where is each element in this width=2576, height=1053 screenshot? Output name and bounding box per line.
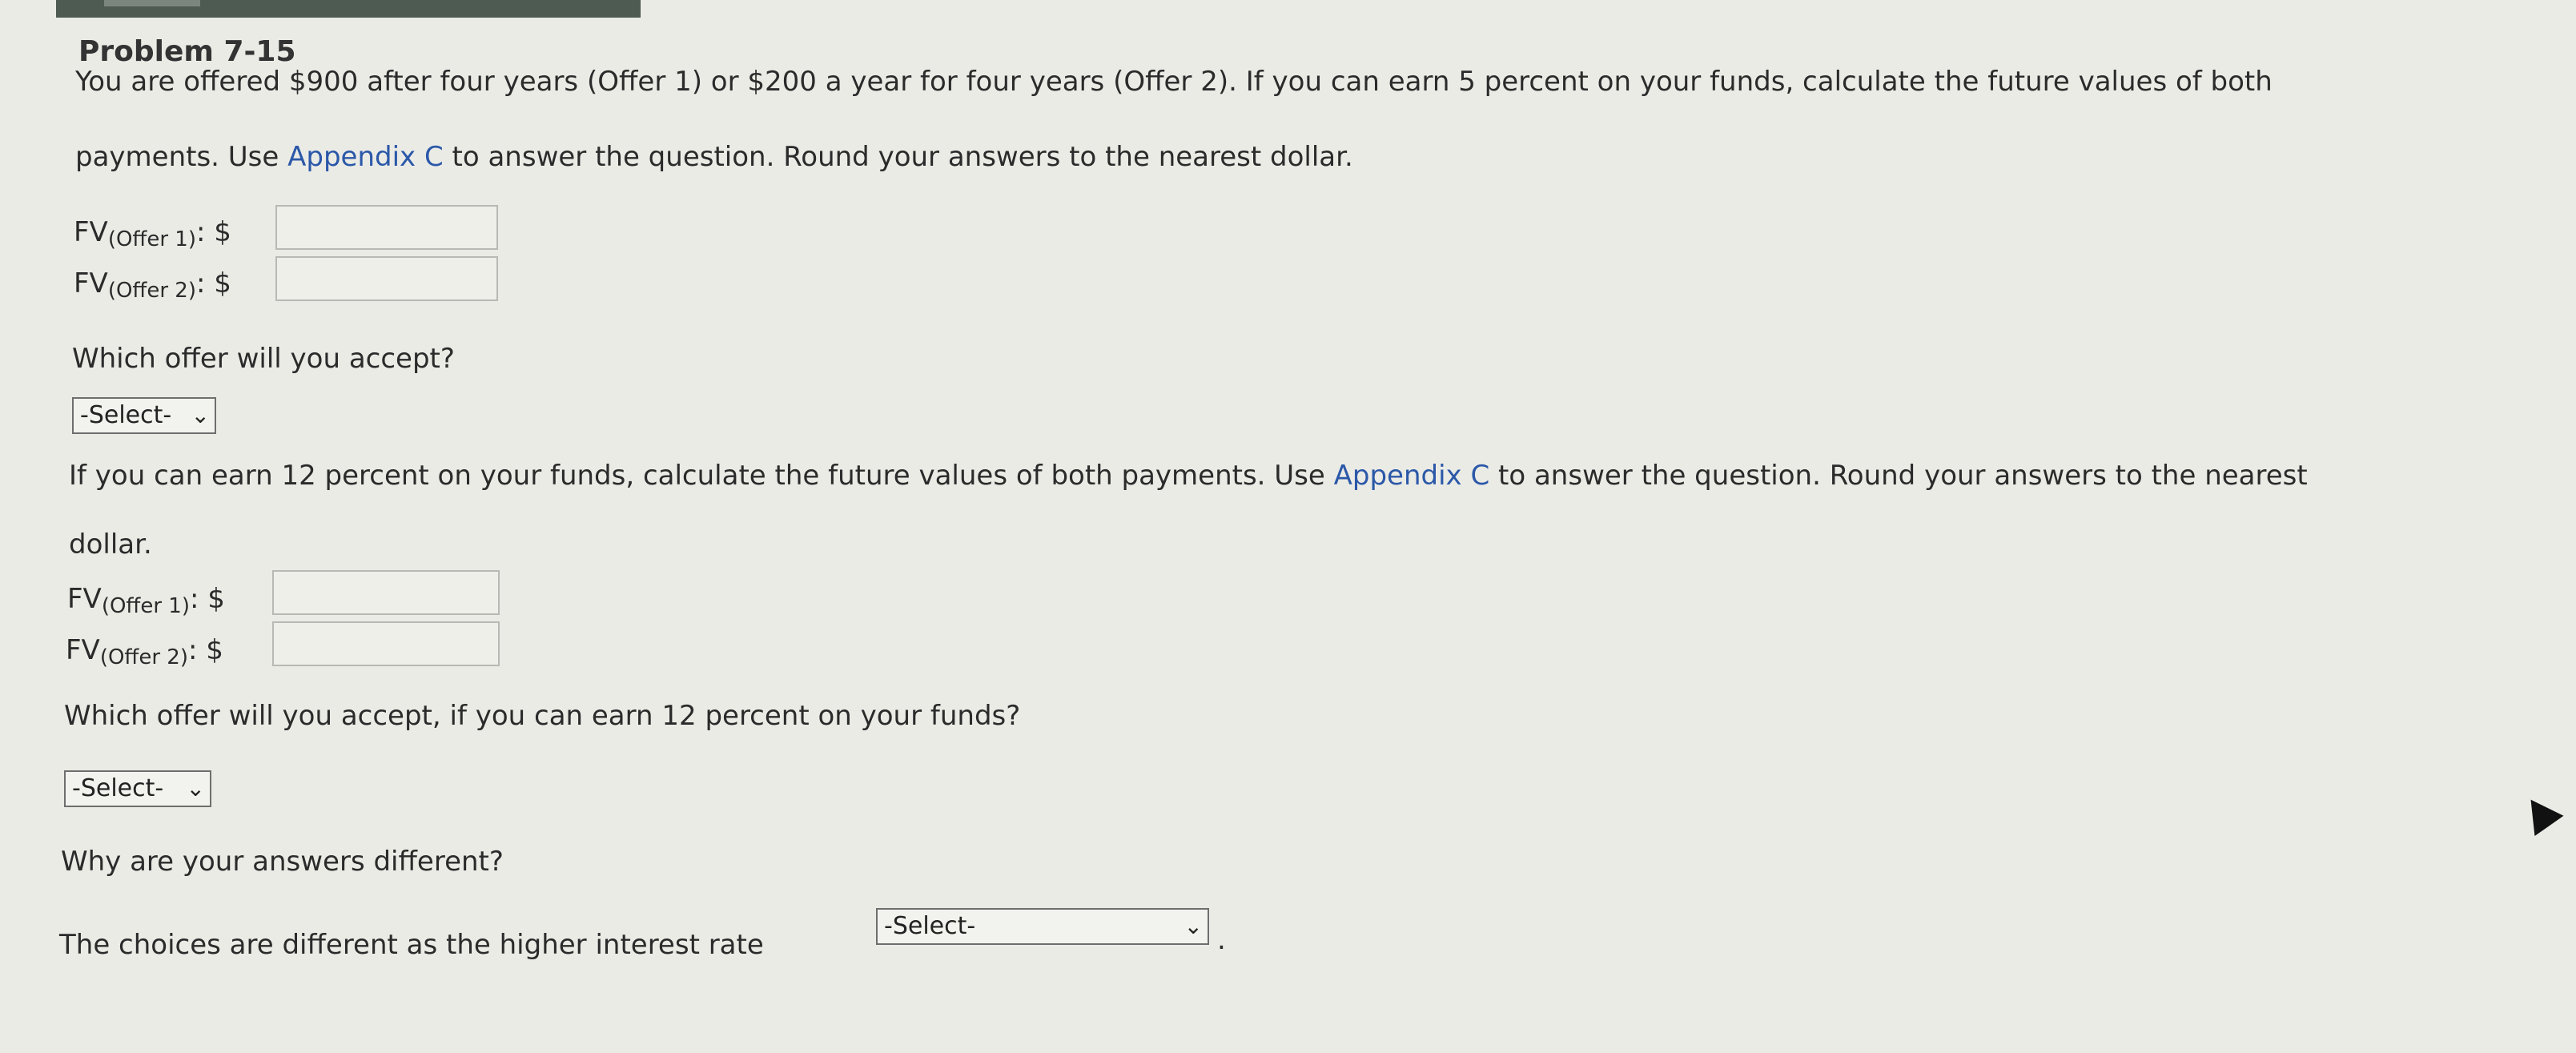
chevron-down-icon: ⌄ [186,775,205,802]
colon-dollar: : $ [196,216,231,248]
mouse-cursor-icon [2516,789,2564,837]
appendix-c-link[interactable]: Appendix C [1334,460,1490,492]
part1-intro-text-before-link: payments. Use [75,141,288,173]
select-value: -Select- [80,401,172,429]
select-value: -Select- [72,774,164,802]
part2-offer-select[interactable]: -Select- ⌄ [64,770,211,807]
select-value: -Select- [884,912,976,940]
part3-sentence: The choices are different as the higher … [59,929,764,961]
part2-intro-text-before-link: If you can earn 12 percent on your funds… [69,460,1334,492]
fv-sub: (Offer 2) [107,279,196,303]
fv-sub: (Offer 1) [101,594,190,618]
part1-fv-offer2-input[interactable] [275,256,498,301]
fv-sub: (Offer 2) [99,645,188,669]
part2-fv-offer1-input[interactable] [272,570,500,615]
part2-intro-line1: If you can earn 12 percent on your funds… [69,456,2308,495]
part2-intro-line2: dollar. [69,529,152,561]
part2-fv-offer2-input[interactable] [272,621,500,666]
part3-reason-select[interactable]: -Select- ⌄ [876,908,1209,945]
fv-main: FV [74,216,108,248]
part3-question: Why are your answers different? [61,846,504,878]
part1-fv-offer1-label: FV(Offer 1): $ [74,216,231,251]
part1-question: Which offer will you accept? [72,343,455,375]
part2-fv-offer2-label: FV(Offer 2): $ [66,634,223,669]
fv-main: FV [74,267,108,299]
part1-intro-line2: payments. Use Appendix C to answer the q… [75,138,1353,176]
colon-dollar: : $ [190,583,225,615]
fv-main: FV [66,634,100,666]
colon-dollar: : $ [188,634,223,666]
fv-sub: (Offer 1) [107,227,196,251]
part2-question: Which offer will you accept, if you can … [64,700,1021,732]
problem-page: Problem 7-15 You are offered $900 after … [0,0,2576,1053]
chevron-down-icon: ⌄ [191,402,210,428]
part1-intro-line1: You are offered $900 after four years (O… [75,66,2273,98]
colon-dollar: : $ [196,267,231,299]
chevron-down-icon: ⌄ [1184,913,1203,939]
appendix-c-link[interactable]: Appendix C [287,141,444,173]
part2-intro-text-after-link: to answer the question. Round your answe… [1489,460,2308,492]
part1-intro-text-after-link: to answer the question. Round your answe… [443,141,1353,173]
part1-fv-offer1-input[interactable] [275,205,498,250]
part1-fv-offer2-label: FV(Offer 2): $ [74,267,231,303]
fv-main: FV [67,583,102,615]
part2-fv-offer1-label: FV(Offer 1): $ [67,583,225,618]
part3-sentence-end: . [1217,924,1226,956]
part1-offer-select[interactable]: -Select- ⌄ [72,397,216,434]
